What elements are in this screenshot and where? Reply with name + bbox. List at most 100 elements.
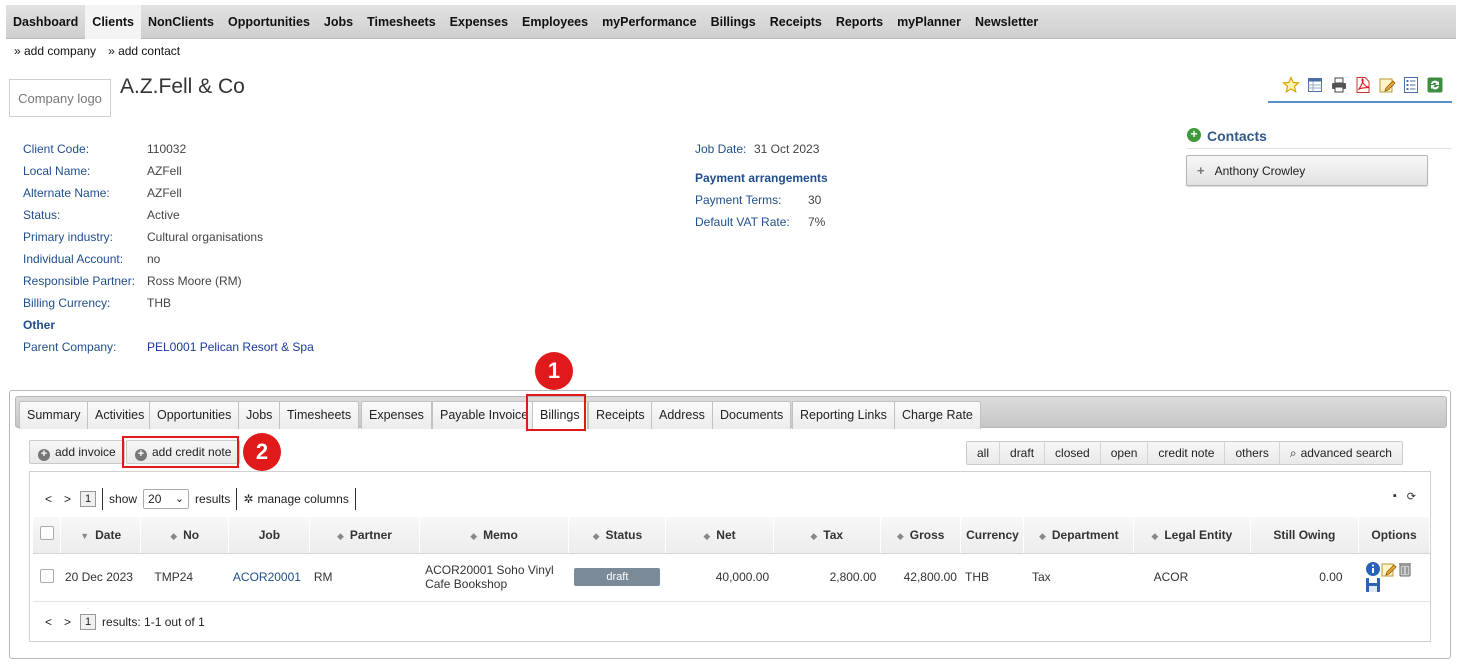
filter-open[interactable]: open [1099, 442, 1148, 464]
prev-page-button[interactable]: < [42, 615, 55, 629]
table-header-row: ▼ Date ◆ No Job ◆ Partner ◆ Memo ◆ Status ◆ Ne… [33, 517, 1430, 554]
nav-reports[interactable]: Reports [829, 5, 890, 39]
add-invoice-label: add invoice [55, 445, 116, 459]
sort-desc-icon: ▼ [80, 530, 90, 541]
favorite-star-icon[interactable] [1282, 76, 1300, 94]
col-net[interactable]: ◆ Net [665, 517, 774, 554]
select-all-checkbox[interactable] [39, 526, 54, 541]
tab-charge-rate[interactable]: Charge Rate [894, 401, 981, 429]
spreadsheet-icon[interactable] [1306, 76, 1324, 94]
job-link[interactable]: ACOR20001 [233, 570, 301, 584]
nav-myperformance[interactable]: myPerformance [595, 5, 704, 39]
individual-account-value: no [147, 252, 161, 266]
nav-employees[interactable]: Employees [515, 5, 595, 39]
pdf-icon[interactable] [1354, 76, 1372, 94]
tab-activities[interactable]: Activities [87, 401, 153, 429]
add-company-link[interactable]: » add company [14, 44, 96, 58]
vat-rate-value: 7% [808, 215, 826, 229]
nav-billings[interactable]: Billings [704, 5, 763, 39]
list-icon[interactable] [1402, 76, 1420, 94]
add-contact-link[interactable]: » add contact [108, 44, 180, 58]
tab-opportunities[interactable]: Opportunities [149, 401, 240, 429]
col-tax[interactable]: ◆ Tax [773, 517, 881, 554]
col-options-label: Options [1371, 527, 1417, 542]
manage-columns-label: manage columns [257, 492, 349, 506]
gear-icon: ✲ [243, 492, 254, 506]
col-still-owing[interactable]: Still Owing [1250, 517, 1360, 554]
col-department[interactable]: ◆ Department [1023, 517, 1135, 554]
edit-note-icon[interactable] [1378, 76, 1396, 94]
manage-columns-button[interactable]: ✲ manage columns [243, 492, 348, 506]
col-gross[interactable]: ◆ Gross [880, 517, 962, 554]
nav-expenses[interactable]: Expenses [443, 5, 515, 39]
prev-page-button[interactable]: < [42, 492, 55, 506]
nav-newsletter[interactable]: Newsletter [968, 5, 1045, 39]
vat-rate-label: Default VAT Rate: [695, 215, 790, 229]
bottom-pager: < > 1 results: 1-1 out of 1 [42, 614, 205, 630]
tab-receipts[interactable]: Receipts [588, 401, 653, 429]
print-icon[interactable] [1330, 76, 1348, 94]
col-job[interactable]: Job [228, 517, 311, 554]
nav-dashboard[interactable]: Dashboard [6, 5, 85, 39]
tab-timesheets[interactable]: Timesheets [279, 401, 360, 429]
table-row[interactable]: 20 Dec 2023 TMP24 ACOR20001 RM ACOR20001… [33, 553, 1430, 602]
nav-opportunities[interactable]: Opportunities [221, 5, 317, 39]
info-icon[interactable] [1365, 561, 1381, 576]
tab-payable-invoice[interactable]: Payable Invoice [432, 401, 537, 429]
nav-myplanner[interactable]: myPlanner [890, 5, 968, 39]
main-nav: Dashboard Clients NonClients Opportuniti… [6, 4, 1456, 39]
filter-credit-note[interactable]: credit note [1147, 442, 1225, 464]
col-no-label: No [183, 527, 200, 542]
col-no[interactable]: ◆ No [140, 517, 230, 554]
next-page-button[interactable]: > [61, 615, 74, 629]
col-memo[interactable]: ◆ Memo [419, 517, 570, 554]
tab-address[interactable]: Address [651, 401, 713, 429]
cell-date: 20 Dec 2023 [60, 553, 141, 602]
tab-jobs[interactable]: Jobs [238, 401, 281, 429]
advanced-search-button[interactable]: ⌕ advanced search [1278, 442, 1402, 464]
col-date[interactable]: ▼ Date [60, 517, 141, 554]
add-contact-plus-icon[interactable]: + [1187, 128, 1201, 142]
refresh-icon[interactable]: ⟳ [1407, 490, 1416, 503]
parent-company-link[interactable]: PEL0001 Pelican Resort & Spa [147, 340, 314, 354]
next-page-button[interactable]: > [61, 492, 74, 506]
cell-partner: RM [309, 553, 420, 602]
contact-card[interactable]: + Anthony Crowley [1186, 155, 1428, 186]
cell-legal-entity: ACOR [1133, 553, 1251, 602]
filter-all[interactable]: all [967, 442, 1000, 464]
tab-reporting-links[interactable]: Reporting Links [792, 401, 895, 429]
delete-icon[interactable] [1397, 561, 1413, 577]
nav-timesheets[interactable]: Timesheets [360, 5, 443, 39]
col-gross-label: Gross [909, 527, 945, 542]
page-number[interactable]: 1 [80, 491, 97, 507]
filter-draft[interactable]: draft [999, 442, 1045, 464]
select-all-header [33, 517, 62, 554]
save-icon[interactable] [1365, 577, 1381, 592]
tab-expenses[interactable]: Expenses [361, 401, 432, 429]
filter-others[interactable]: others [1224, 442, 1279, 464]
row-checkbox[interactable] [39, 568, 54, 583]
page-number[interactable]: 1 [80, 614, 97, 630]
edit-icon[interactable] [1381, 561, 1397, 577]
tab-summary[interactable]: Summary [19, 401, 89, 429]
sort-icon: ◆ [592, 530, 600, 541]
page-size-select[interactable]: 20 ⌄ [143, 489, 190, 509]
expand-plus-icon[interactable]: + [1197, 163, 1205, 178]
nav-receipts[interactable]: Receipts [763, 5, 829, 39]
status-badge: draft [574, 568, 661, 586]
advanced-search-label: advanced search [1300, 446, 1392, 460]
nav-clients[interactable]: Clients [85, 4, 141, 39]
col-currency[interactable]: Currency [960, 517, 1025, 554]
add-invoice-button[interactable]: + add invoice [29, 440, 125, 464]
cell-department: Tax [1023, 553, 1134, 602]
nav-jobs[interactable]: Jobs [317, 5, 360, 39]
company-name: A.Z.Fell & Co [120, 75, 245, 98]
save-layout-icon[interactable]: ▪ [1393, 490, 1397, 503]
filter-closed[interactable]: closed [1044, 442, 1100, 464]
col-legal-entity[interactable]: ◆ Legal Entity [1133, 517, 1251, 554]
nav-nonclients[interactable]: NonClients [141, 5, 221, 39]
tab-documents[interactable]: Documents [712, 401, 792, 429]
col-partner[interactable]: ◆ Partner [309, 517, 420, 554]
sync-icon[interactable] [1426, 76, 1444, 94]
col-status[interactable]: ◆ Status [568, 517, 667, 554]
